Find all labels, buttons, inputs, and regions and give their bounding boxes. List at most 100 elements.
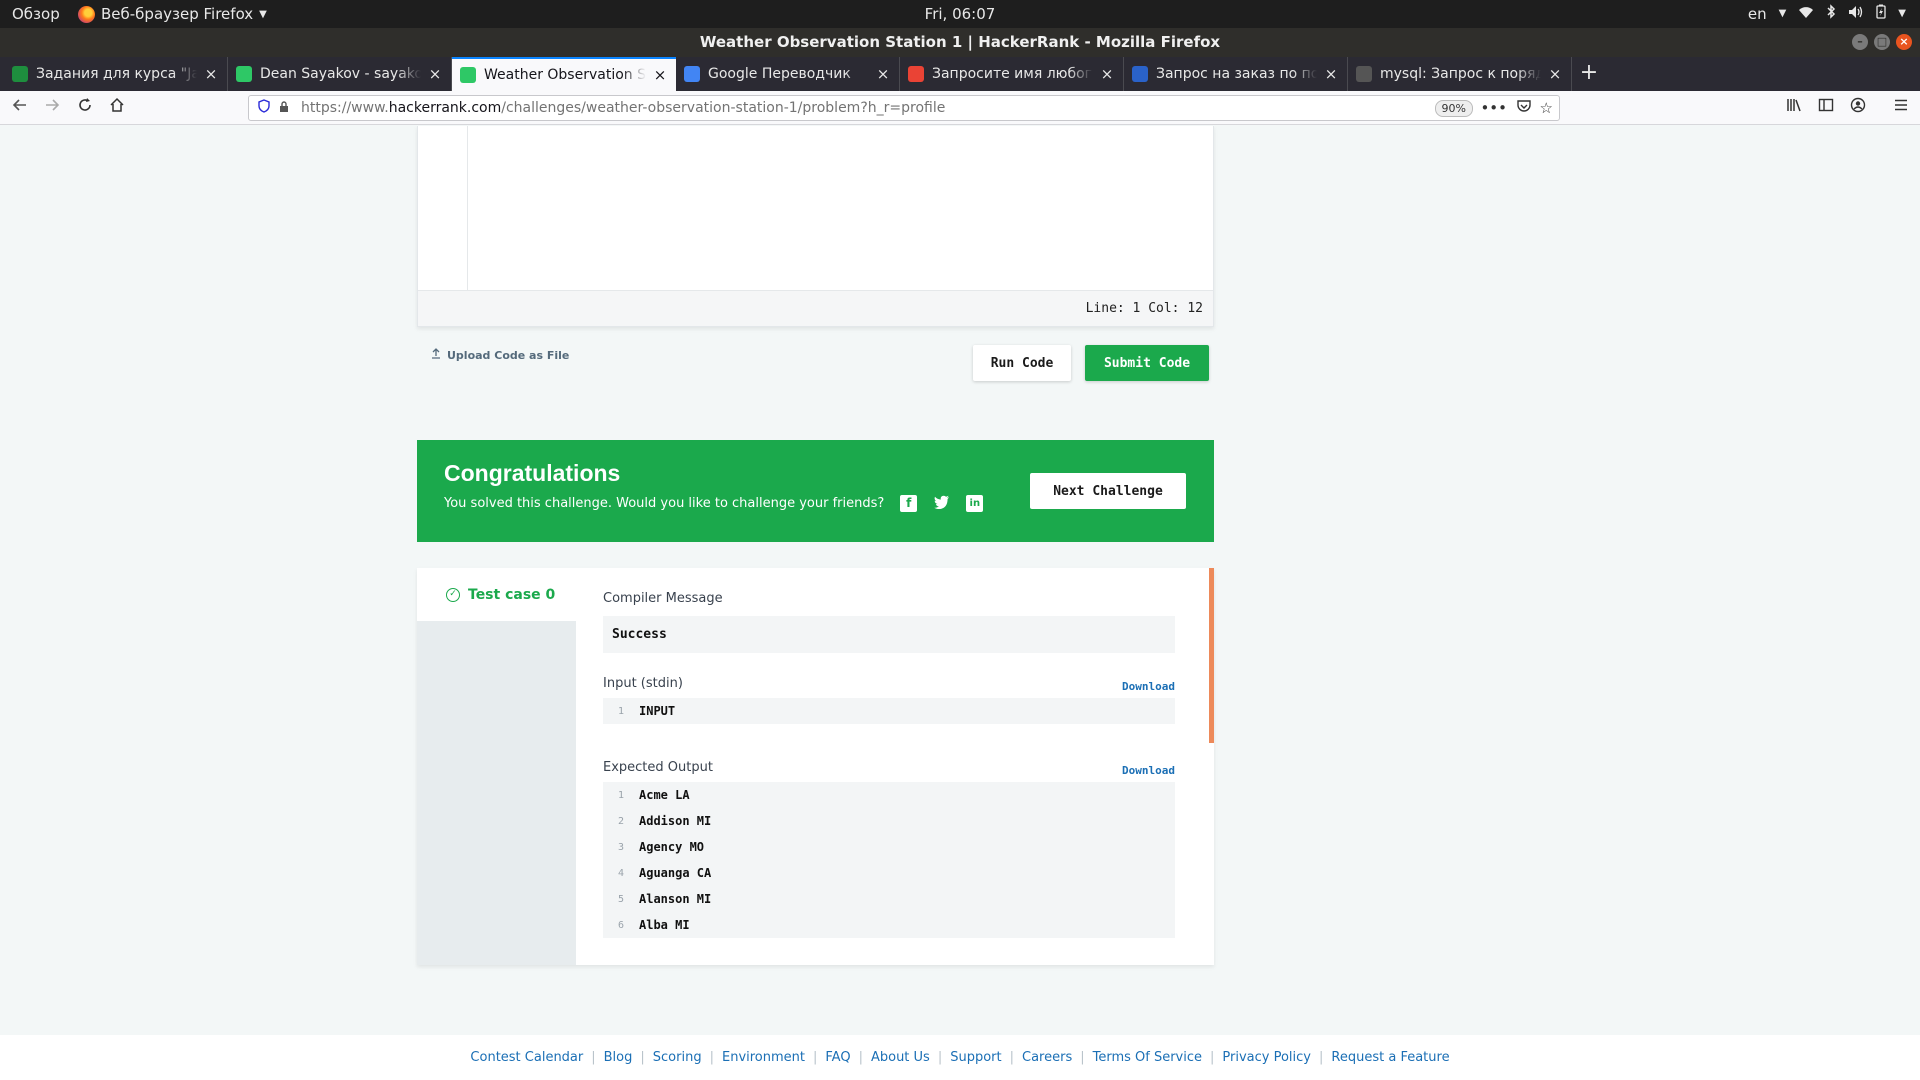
footer-link[interactable]: Request a Feature (1331, 1050, 1449, 1065)
close-tab-icon[interactable]: × (652, 66, 668, 84)
footer-separator: | (709, 1050, 714, 1065)
next-challenge-button[interactable]: Next Challenge (1030, 473, 1186, 509)
browser-tab[interactable]: mysql: Запрос к порядку × (1348, 57, 1572, 91)
tab-label: Dean Sayakov - sayakovd (260, 66, 421, 82)
reload-button[interactable] (73, 97, 97, 119)
close-tab-icon[interactable]: × (1099, 65, 1115, 83)
scrollbar[interactable] (1209, 568, 1214, 743)
upload-code-label: Upload Code as File (447, 348, 570, 362)
editor-status-bar: Line: 1 Col: 12 (418, 290, 1213, 326)
code-line: 5 Alanson MI (603, 886, 1175, 912)
battery-icon (1876, 4, 1886, 23)
linkedin-icon[interactable]: in (966, 495, 984, 512)
forward-button[interactable] (40, 97, 64, 119)
close-tab-icon[interactable]: × (1323, 65, 1339, 83)
account-icon[interactable] (1850, 97, 1866, 117)
expected-output-box: 1 Acme LA 2 Addison MI 3 Agency MO 4 Aguanga CA… (603, 782, 1175, 938)
browser-tab[interactable]: Запросите имя любого г × (900, 57, 1124, 91)
line-number: 1 (617, 789, 625, 801)
close-tab-icon[interactable]: × (1547, 65, 1563, 83)
footer-link[interactable]: Environment (722, 1050, 805, 1065)
browser-tab[interactable]: Запрос на заказ по посл × (1124, 57, 1348, 91)
close-tab-icon[interactable]: × (203, 65, 219, 83)
line-number: 1 (617, 705, 625, 717)
caret-down-icon: ▼ (259, 8, 267, 20)
hamburger-menu-icon[interactable] (1893, 97, 1909, 117)
download-output-link[interactable]: Download (1122, 764, 1175, 777)
url-bar[interactable]: https://www.hackerrank.com/challenges/we… (248, 95, 1560, 121)
footer-separator: | (640, 1050, 645, 1065)
tab-label: mysql: Запрос к порядку (1380, 66, 1541, 82)
expected-output-label: Expected Output (603, 760, 713, 775)
window-titlebar: Weather Observation Station 1 | HackerRa… (0, 28, 1920, 57)
tab-label: Запросите имя любого г (932, 66, 1093, 82)
line-text: Acme LA (639, 788, 690, 802)
footer-link[interactable]: Contest Calendar (470, 1050, 583, 1065)
footer-link[interactable]: FAQ (825, 1050, 850, 1065)
upload-code-link[interactable]: Upload Code as File (431, 348, 569, 362)
page-actions-icon[interactable]: ••• (1480, 99, 1507, 117)
browser-tab[interactable]: Google Переводчик × (676, 57, 900, 91)
tab-test-case-0[interactable]: ✓ Test case 0 (417, 568, 576, 621)
close-window-button[interactable]: × (1896, 34, 1912, 50)
home-button[interactable] (105, 97, 129, 119)
translate-icon (684, 66, 700, 82)
line-text: Addison MI (639, 814, 712, 828)
zoom-indicator[interactable]: 90% (1434, 100, 1473, 117)
code-editor[interactable]: Line: 1 Col: 12 (417, 126, 1214, 327)
browser-tab[interactable]: Dean Sayakov - sayakovd × (228, 57, 452, 91)
footer-link[interactable]: About Us (871, 1050, 930, 1065)
maximize-button[interactable]: □ (1874, 34, 1890, 50)
back-button[interactable] (8, 97, 32, 119)
wifi-icon (1798, 5, 1814, 23)
congratulations-title: Congratulations (444, 460, 621, 486)
activities-button[interactable]: Обзор (12, 5, 60, 23)
lock-icon[interactable] (275, 100, 293, 116)
footer-link[interactable]: Scoring (653, 1050, 702, 1065)
system-clock[interactable]: Fri, 06:07 (925, 5, 996, 23)
url-text[interactable]: https://www.hackerrank.com/challenges/we… (301, 100, 945, 116)
footer-link[interactable]: Blog (604, 1050, 633, 1065)
minimize-button[interactable]: – (1852, 34, 1868, 50)
upload-icon (431, 348, 441, 362)
footer-link[interactable]: Privacy Policy (1222, 1050, 1311, 1065)
hackerrank-icon (460, 67, 476, 83)
code-line: 1 INPUT (603, 698, 1175, 724)
hackerrank-icon (236, 66, 252, 82)
line-number: 4 (617, 867, 625, 879)
system-tray[interactable]: en ▼ ▼ (1748, 4, 1906, 23)
browser-tab[interactable]: Задания для курса "Java × (4, 57, 228, 91)
download-input-link[interactable]: Download (1122, 680, 1175, 693)
footer-separator: | (937, 1050, 943, 1065)
close-tab-icon[interactable]: × (875, 65, 891, 83)
footer-link[interactable]: Careers (1022, 1050, 1072, 1065)
navigation-toolbar: https://www.hackerrank.com/challenges/we… (0, 91, 1920, 125)
language-indicator[interactable]: en (1748, 5, 1767, 23)
code-line: 3 Agency MO (603, 834, 1175, 860)
run-code-button[interactable]: Run Code (973, 345, 1071, 381)
bookmark-star-icon[interactable]: ☆ (1540, 99, 1553, 117)
app-menu-label: Веб-браузер Firefox (101, 5, 254, 23)
twitter-icon[interactable] (933, 495, 950, 512)
close-tab-icon[interactable]: × (427, 65, 443, 83)
sidebar-icon[interactable] (1818, 97, 1834, 117)
footer-link[interactable]: Terms Of Service (1093, 1050, 1202, 1065)
pocket-icon[interactable] (1517, 99, 1531, 117)
line-number: 2 (617, 815, 625, 827)
tracking-protection-icon[interactable] (253, 99, 275, 117)
app-menu[interactable]: Веб-браузер Firefox ▼ (78, 5, 267, 23)
firefox-icon (78, 5, 95, 23)
footer-link[interactable]: Support (950, 1050, 1001, 1065)
tab-strip: Задания для курса "Java×Dean Sayakov - s… (0, 57, 1920, 91)
line-text: Alba MI (639, 918, 690, 932)
browser-tab[interactable]: Weather Observation Sta × (452, 57, 676, 91)
facebook-icon[interactable]: f (900, 495, 918, 512)
library-icon[interactable] (1786, 97, 1802, 117)
submit-code-button[interactable]: Submit Code (1085, 345, 1209, 381)
volume-icon (1848, 5, 1864, 23)
tab-label: Задания для курса "Java (36, 66, 197, 82)
line-number: 3 (617, 841, 625, 853)
input-box: 1 INPUT (603, 698, 1175, 724)
new-tab-button[interactable]: + (1572, 57, 1606, 91)
docs-icon (1356, 66, 1372, 82)
